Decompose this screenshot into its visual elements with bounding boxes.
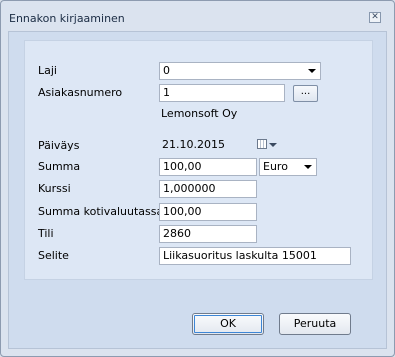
laji-select[interactable]: 0 xyxy=(159,62,321,80)
selite-input[interactable]: Liikasuoritus laskulta 15001 xyxy=(159,247,351,265)
customer-name: Lemonsoft Oy xyxy=(161,107,238,120)
asiakasnumero-input[interactable]: 1 xyxy=(159,84,285,102)
laji-label: Laji xyxy=(38,64,57,77)
window-title: Ennakon kirjaaminen xyxy=(9,12,125,25)
cancel-button[interactable]: Peruuta xyxy=(279,313,351,335)
ok-button[interactable]: OK xyxy=(192,313,264,335)
currency-select[interactable]: Euro xyxy=(259,158,317,176)
summa-input[interactable]: 100,00 xyxy=(159,158,257,176)
calendar-dropdown-icon[interactable] xyxy=(269,143,277,147)
summa-label: Summa xyxy=(38,160,81,173)
kurssi-label: Kurssi xyxy=(38,182,71,195)
asiakasnumero-label: Asiakasnumero xyxy=(38,86,123,99)
tili-label: Tili xyxy=(38,227,54,240)
date-input[interactable]: 21.10.2015 xyxy=(159,137,253,155)
kurssi-input[interactable]: 1,000000 xyxy=(159,180,257,198)
close-icon[interactable]: ✕ xyxy=(369,12,381,23)
chevron-down-icon xyxy=(308,69,316,73)
calendar-icon[interactable] xyxy=(257,139,267,149)
chevron-down-icon xyxy=(304,165,312,169)
selite-label: Selite xyxy=(38,249,69,262)
laji-value: 0 xyxy=(163,64,170,77)
summa-koti-input[interactable]: 100,00 xyxy=(159,203,257,221)
browse-customer-button[interactable]: ... xyxy=(293,85,318,102)
paivays-label: Päiväys xyxy=(38,139,80,152)
summa-koti-label: Summa kotivaluutassa xyxy=(38,205,164,218)
tili-input[interactable]: 2860 xyxy=(159,225,257,243)
title-bar[interactable]: Ennakon kirjaaminen ✕ xyxy=(1,1,394,31)
dialog-window: Ennakon kirjaaminen ✕ Laji 0 Asiakasnume… xyxy=(0,0,395,357)
currency-value: Euro xyxy=(263,160,288,173)
